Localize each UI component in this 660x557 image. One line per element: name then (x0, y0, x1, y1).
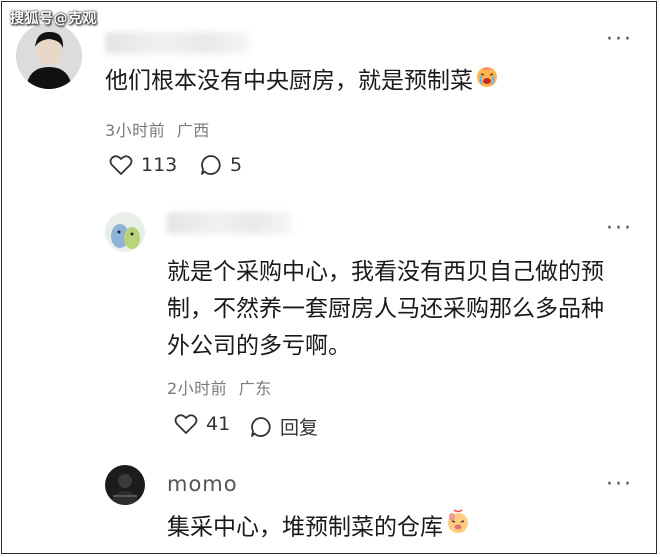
comment-bubble-icon (201, 155, 221, 175)
watermark: 搜狐号@克观 (10, 11, 97, 27)
location: 广西 (176, 121, 210, 140)
crying-face-icon (475, 63, 499, 100)
pouting-face-icon (445, 509, 471, 547)
comment-text: 就是个采购中心，我看没有西贝自己做的预 制，不然养一套厨房人马还采购那么多品种 … (167, 259, 604, 359)
more-options-icon[interactable]: ··· (606, 474, 633, 496)
username[interactable]: momo (167, 472, 238, 496)
comment-text: 集采中心，堆预制菜的仓库 (167, 509, 471, 547)
comment-meta: 3小时前 广西 (105, 117, 210, 141)
avatar[interactable] (16, 23, 82, 89)
heart-icon (109, 155, 133, 175)
like-count: 113 (141, 154, 178, 176)
avatar[interactable] (105, 465, 145, 505)
timestamp: 2小时前 (167, 379, 228, 398)
location: 广东 (238, 379, 272, 398)
reply-count-button[interactable]: 5 (200, 154, 242, 176)
comment-meta: 2小时前 广东 (167, 375, 272, 399)
comment-text: 他们根本没有中央厨房，就是预制菜 (105, 63, 499, 100)
heart-icon (174, 414, 198, 434)
reply-count: 5 (230, 154, 243, 176)
like-button[interactable]: 113 (109, 154, 177, 176)
reply-label: 回复 (280, 417, 319, 439)
like-button[interactable]: 41 (174, 413, 230, 435)
like-count: 41 (206, 413, 231, 435)
username-blurred (105, 32, 250, 54)
more-options-icon[interactable]: ··· (606, 218, 633, 240)
reply-button[interactable]: 回复 (250, 413, 318, 440)
avatar[interactable] (105, 212, 145, 252)
more-options-icon[interactable]: ··· (606, 29, 633, 51)
comment-bubble-icon (251, 416, 271, 437)
comment-thread: 搜狐号@克观 ··· 他们根本没有中央厨房，就是预制菜 3小时前 广西 113 … (1, 1, 657, 554)
username-blurred (167, 212, 292, 234)
timestamp: 3小时前 (105, 121, 166, 140)
